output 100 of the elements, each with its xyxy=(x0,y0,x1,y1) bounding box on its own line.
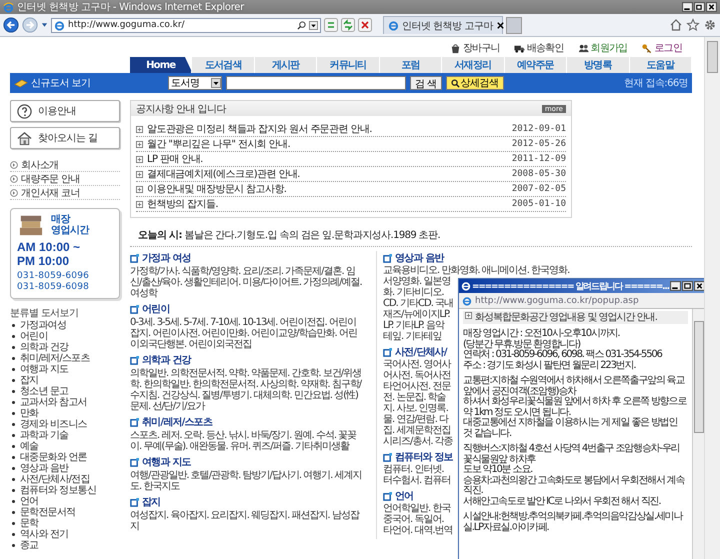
restore-icon[interactable] xyxy=(694,2,705,12)
search-button[interactable]: 검 색 xyxy=(410,76,442,90)
sidebar-button[interactable]: 찾아오시는 길 xyxy=(10,127,120,149)
nav-tab[interactable]: 포럼 xyxy=(380,57,442,73)
category-link[interactable]: 사전/단체사/전집 xyxy=(10,474,120,485)
category-link[interactable]: 대중문화와 언론 xyxy=(10,452,120,463)
category-icon xyxy=(130,498,139,506)
close-icon[interactable] xyxy=(706,2,717,12)
compatibility-icon[interactable] xyxy=(324,18,338,32)
header-link[interactable]: 배송확인 xyxy=(514,41,564,55)
nav-tab[interactable]: 게시판 xyxy=(254,57,318,73)
category-link[interactable]: 교과서와 참고서 xyxy=(10,397,120,408)
stop-icon[interactable] xyxy=(358,18,372,32)
store-hours-title: 매장 영업시간 xyxy=(51,214,89,236)
browser-tab[interactable]: 인터넷 헌책방 고구마 xyxy=(383,16,503,34)
category-link[interactable]: 문학 xyxy=(10,518,120,529)
close-icon[interactable] xyxy=(694,281,704,291)
category-link[interactable]: 어린이 xyxy=(10,331,120,342)
search-input[interactable] xyxy=(226,76,406,90)
category-link[interactable]: 여행과 지도 xyxy=(10,364,120,375)
notice-link[interactable]: LP 판매 안내. xyxy=(147,152,508,166)
category-select[interactable]: 도서명 xyxy=(168,76,222,90)
key-icon xyxy=(641,42,652,54)
scrollbar[interactable] xyxy=(704,37,720,559)
category-link[interactable]: 예술 xyxy=(10,441,120,452)
category-link[interactable]: 문학전문서적 xyxy=(10,507,120,518)
category-icon xyxy=(383,254,392,262)
new-books-link[interactable]: 신규도서 보기 xyxy=(14,76,164,90)
popup-title: ================ 알려드립니다 ======... xyxy=(472,280,669,292)
category-link[interactable]: 취미/레저/스포츠 xyxy=(10,353,120,364)
nav-tab[interactable]: 서재정리 xyxy=(442,57,505,73)
advanced-search-button[interactable]: 상세검색 xyxy=(446,76,504,90)
minimize-icon[interactable] xyxy=(682,2,693,12)
maximize-icon[interactable] xyxy=(682,281,693,291)
sidebar-link[interactable]: 대량주문 안내 xyxy=(10,172,120,186)
address-field[interactable]: http://www.goguma.co.kr/ xyxy=(51,18,321,32)
category-link[interactable]: 청소년 문고 xyxy=(10,386,120,397)
subcategory-text: 터수험서. 컴퓨터 xyxy=(383,475,450,486)
minimize-icon[interactable] xyxy=(670,281,681,291)
category-link[interactable]: 컴퓨터와 정보통신 xyxy=(10,485,120,496)
category-link[interactable]: 영상과 음반 xyxy=(10,463,120,474)
category-heading[interactable]: 어린이 xyxy=(142,302,170,316)
category-link[interactable]: 잡지 xyxy=(10,375,120,386)
notice-link[interactable]: 월간 "뿌리깊은 나무" 전시회 안내. xyxy=(147,137,508,151)
nav-tab[interactable]: 예약주문 xyxy=(504,57,568,73)
subcategory-text: 어사전. 독어사전 xyxy=(383,370,450,381)
popup-text: (당분간 무휴.방문 환영합니다) xyxy=(463,340,582,350)
caret-icon[interactable] xyxy=(41,22,48,28)
category-heading[interactable]: 여행과 지도 xyxy=(142,455,191,469)
question-icon xyxy=(17,104,32,118)
scrollbar[interactable] xyxy=(692,309,704,559)
bullet-icon xyxy=(12,335,15,338)
category-link[interactable]: 종교 xyxy=(10,540,120,551)
category-heading[interactable]: 사전/단체사/ xyxy=(395,345,447,359)
sidebar-link[interactable]: 개인서재 코너 xyxy=(10,186,120,200)
dropdown-icon[interactable] xyxy=(309,20,318,30)
sidebar-button[interactable]: 이용안내 xyxy=(10,100,120,122)
sidebar-link[interactable]: 회사소개 xyxy=(10,158,120,172)
category-link[interactable]: 만화 xyxy=(10,408,120,419)
subcategory-text: 집. 세계문학전집 xyxy=(383,425,450,436)
bullet-icon xyxy=(12,533,15,536)
category-link[interactable]: 언어 xyxy=(10,496,120,507)
category-heading[interactable]: 잡지 xyxy=(142,495,160,509)
subcategory-text: 재즈/뉴에이지LP. xyxy=(383,309,450,320)
close-icon[interactable] xyxy=(496,21,505,30)
category-link[interactable]: 과학과 기술 xyxy=(10,430,120,441)
home-icon[interactable] xyxy=(669,18,683,32)
search-icon[interactable] xyxy=(297,20,306,30)
popup-text: 시설안내:헌책방.추억의북카페.추억의음악감상실.세미나실.LP자료실.아이카페. xyxy=(463,512,684,533)
category-link[interactable]: 가정과여성 xyxy=(10,320,120,331)
header-link[interactable]: 로그인 xyxy=(641,41,682,55)
back-button[interactable] xyxy=(3,17,19,33)
bullet-icon xyxy=(12,456,15,459)
category-heading[interactable]: 언어 xyxy=(395,489,414,503)
bullet-icon xyxy=(12,489,15,492)
nav-tab[interactable]: 방명록 xyxy=(567,57,630,73)
header-link[interactable]: 회원가입 xyxy=(578,41,628,55)
notice-link[interactable]: 헌책방의 잡지들. xyxy=(147,197,508,211)
category-link[interactable]: 의학과 건강 xyxy=(10,342,120,353)
category-heading[interactable]: 컴퓨터와 정보 xyxy=(395,450,453,464)
category-heading[interactable]: 가정과 여성 xyxy=(142,251,191,265)
category-link[interactable]: 역사와 전기 xyxy=(10,529,120,540)
notice-link[interactable]: 결제대금예치제(에스크로)관련 안내. xyxy=(147,167,508,181)
notice-link[interactable]: 이용안내및 매장방문시 참고사항. xyxy=(147,182,508,196)
nav-tab[interactable]: 도서검색 xyxy=(192,57,255,73)
settings-icon[interactable] xyxy=(703,18,717,32)
refresh-icon[interactable] xyxy=(341,18,355,32)
bullet-icon xyxy=(12,522,15,525)
header-link[interactable]: 장바구니 xyxy=(450,41,500,55)
category-heading[interactable]: 의학과 건강 xyxy=(142,353,191,367)
category-heading[interactable]: 취미/레저/스포츠 xyxy=(142,415,212,429)
star-icon[interactable] xyxy=(686,18,700,32)
nav-tab[interactable]: 도움말 xyxy=(630,57,692,73)
nav-tab[interactable]: 커뮤니티 xyxy=(317,57,380,73)
nav-tab[interactable]: Home xyxy=(130,57,192,73)
bullet-icon xyxy=(12,434,15,437)
notice-link[interactable]: 알도관광은 미정리 책들과 잡지와 원서 주문관련 안내. xyxy=(147,122,508,136)
category-link[interactable]: 경제와 비즈니스 xyxy=(10,419,120,430)
category-heading[interactable]: 영상과 음반 xyxy=(395,251,444,265)
popup-heading-text: 화성복합문화공간 영업내용 및 영업시간 안내. xyxy=(475,312,657,323)
